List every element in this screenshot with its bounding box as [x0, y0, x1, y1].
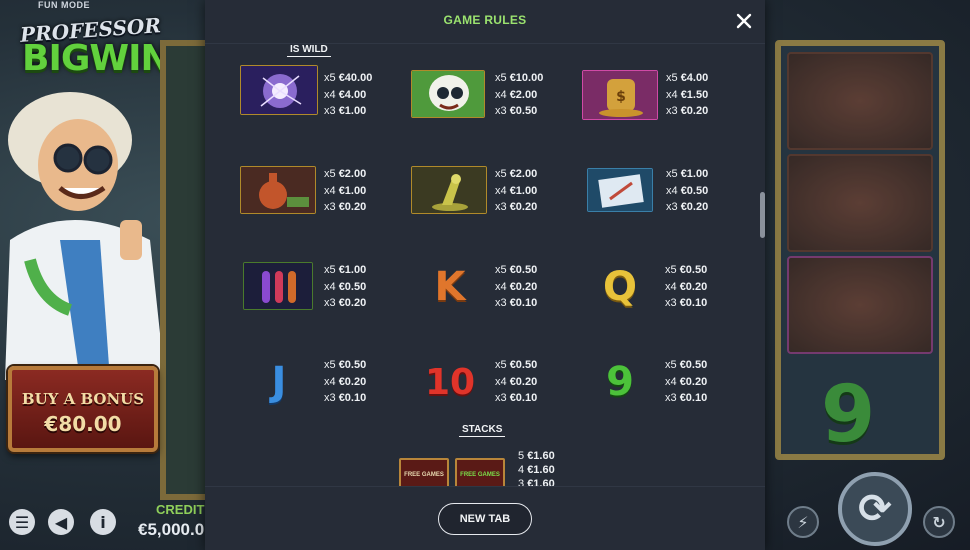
reel-cell-flask — [787, 154, 933, 252]
pay-values: x5 €40.00 x4 €4.00 x3 €1.00 — [324, 72, 373, 117]
modal-footer: NEW TAB — [205, 486, 765, 550]
buy-bonus-label: BUY A BONUS — [21, 390, 145, 408]
scrollbar-thumb[interactable] — [760, 192, 765, 238]
pay-values: x5 €0.50 x4 €0.20 x3 €0.10 — [665, 359, 708, 404]
pay-values: x5 €2.00 x4 €1.00 x3 €0.20 — [324, 168, 367, 213]
flask-symbol — [240, 166, 316, 214]
test-tubes-symbol — [243, 262, 313, 310]
info-icon[interactable]: i — [90, 509, 116, 535]
game-left-panel: FUN MODE PROFESSOR BIGWIN BUY A BONUS €8… — [0, 0, 206, 550]
free-games-symbol: FREE GAMES — [399, 458, 449, 486]
paytable-cell: x5 €2.00 x4 €1.00 x3 €0.20 — [240, 166, 410, 226]
stacks-symbols: FREE GAMES FREE GAMES — [399, 458, 505, 486]
reel-symbol-nine: 9 — [821, 370, 876, 460]
pay-values: x5 €10.00 x4 €2.00 x3 €0.50 — [495, 72, 544, 117]
paytable-cell: x5 €1.00 x4 €0.50 x3 €0.20 — [587, 168, 757, 228]
game-right-panel: 9 ⚡ ⟳ ↻ — [765, 0, 970, 550]
ten-symbol: 10 — [424, 361, 476, 403]
pay-values: x5 €1.00 x4 €0.50 x3 €0.20 — [324, 264, 367, 309]
pay-values: x5 €4.00 x4 €1.50 x3 €0.20 — [666, 72, 709, 117]
professor-character — [5, 92, 165, 380]
modal-title: GAME RULES — [443, 13, 527, 27]
q-symbol: Q — [602, 264, 637, 310]
pay-values: x5 €0.50 x4 €0.20 x3 €0.10 — [495, 359, 538, 404]
paytable-cell: J x5 €0.50 x4 €0.20 x3 €0.10 — [240, 357, 410, 417]
microscope-symbol — [411, 166, 487, 214]
close-icon[interactable] — [731, 8, 757, 34]
paytable-cell: x5 €1.00 x4 €0.50 x3 €0.20 — [243, 262, 413, 322]
plasma-ball-symbol — [240, 65, 318, 115]
paytable-cell: x5 €2.00 x4 €1.00 x3 €0.20 — [411, 166, 581, 226]
blueprint-symbol — [587, 168, 653, 212]
sound-icon[interactable]: ◀ — [48, 509, 74, 535]
paytable-cell: Q x5 €0.50 x4 €0.20 x3 €0.10 — [581, 262, 751, 322]
modal-header: GAME RULES — [205, 0, 765, 44]
paytable-cell: 9 x5 €0.50 x4 €0.20 x3 €0.10 — [581, 357, 751, 417]
buy-bonus-button[interactable]: BUY A BONUS €80.00 — [8, 366, 158, 452]
buy-bonus-price: €80.00 — [44, 412, 122, 436]
pay-values: x5 €0.50 x4 €0.20 x3 €0.10 — [665, 264, 708, 309]
paytable-cell: 10 x5 €0.50 x4 €0.20 x3 €0.10 — [411, 357, 581, 417]
paytable-cell: K x5 €0.50 x4 €0.20 x3 €0.10 — [411, 262, 581, 322]
paytable-cell: $ x5 €4.00 x4 €1.50 x3 €0.20 — [582, 70, 752, 130]
money-jar-symbol: $ — [582, 70, 658, 120]
modal-body[interactable]: IS WILD x5 €40.00 x4 €4.00 x3 €1.00 x5 €… — [205, 44, 765, 486]
stacks-heading: STACKS — [459, 424, 506, 437]
j-symbol: J — [271, 359, 287, 405]
pay-values: x5 €0.50 x4 €0.20 x3 €0.10 — [324, 359, 367, 404]
fun-mode-label: FUN MODE — [38, 0, 90, 10]
pay-values: x5 €2.00 x4 €1.00 x3 €0.20 — [495, 168, 538, 213]
pay-values: x5 €0.50 x4 €0.20 x3 €0.10 — [495, 264, 538, 309]
reel-frame-left — [160, 40, 206, 500]
paytable-cell: x5 €40.00 x4 €4.00 x3 €1.00 — [240, 65, 410, 125]
turbo-icon[interactable]: ⚡ — [787, 506, 819, 538]
autoplay-icon[interactable]: ↻ — [923, 506, 955, 538]
stacks-pay-values: 5 €1.60 4 €1.60 3 €1.60 — [518, 450, 555, 486]
free-games-symbol: FREE GAMES — [455, 458, 505, 486]
spin-button[interactable]: ⟳ — [838, 472, 912, 546]
is-wild-heading: IS WILD — [287, 44, 331, 57]
professor-face-symbol — [411, 70, 485, 118]
nine-symbol: 9 — [606, 359, 634, 405]
reel-cell-flask — [787, 52, 933, 150]
game-rules-modal: GAME RULES IS WILD x5 €40.00 x4 €4.00 x3… — [205, 0, 765, 550]
reel-cell-money-jar — [787, 256, 933, 354]
menu-icon[interactable]: ☰ — [9, 509, 35, 535]
svg-text:$: $ — [616, 89, 626, 105]
credit-value: €5,000.0 — [138, 520, 205, 539]
pay-values: x5 €1.00 x4 €0.50 x3 €0.20 — [666, 168, 709, 213]
credit-label: CREDIT — [156, 502, 205, 517]
paytable-cell: x5 €10.00 x4 €2.00 x3 €0.50 — [411, 70, 581, 130]
new-tab-button[interactable]: NEW TAB — [438, 503, 532, 535]
k-symbol: K — [434, 264, 466, 310]
